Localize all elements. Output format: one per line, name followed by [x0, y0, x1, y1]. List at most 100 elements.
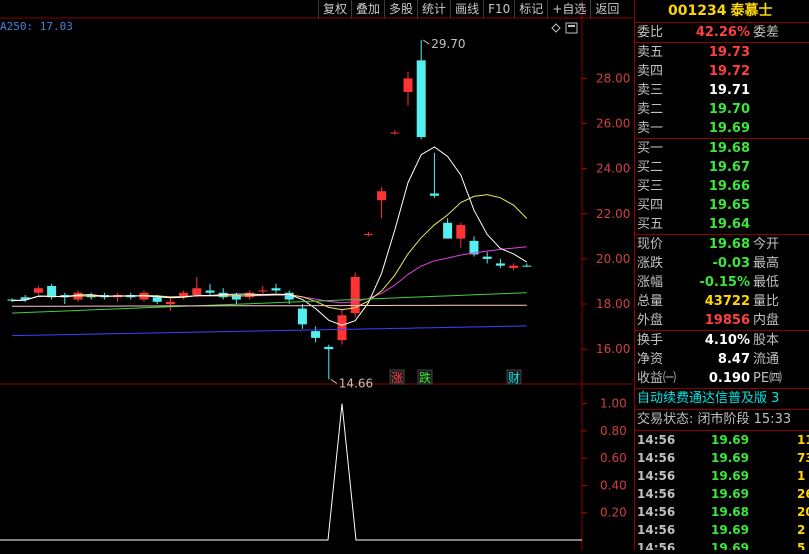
quote-row-label: 涨跌 — [637, 256, 664, 271]
quote-row-value: 19.70 — [708, 102, 750, 117]
toolbar-button[interactable]: 画线 — [450, 0, 483, 18]
kline-chart-frame[interactable]: 28.00 26.00 24.00 22.00 20.00 18.00 16.00 29.70… — [0, 0, 633, 550]
price-axis-label: 18.00 — [596, 297, 630, 311]
quote-row: 买二 19.67 — [635, 158, 809, 177]
candle-body-up — [165, 301, 175, 305]
quote-row-label: 总量 — [637, 294, 664, 309]
quote-row-value: 19.69 — [708, 121, 750, 136]
tick-time: 14:56 — [637, 433, 676, 447]
quote-row-label2: 今开 — [753, 237, 780, 252]
quote-row: 买三 19.66 — [635, 177, 809, 196]
quote-row-value: -0.03 — [712, 256, 750, 271]
toolbar-button[interactable]: 复权 — [318, 0, 351, 18]
stock-name: 泰慕士 — [730, 3, 773, 19]
quote-row: 总量 43722 量比 — [635, 292, 809, 311]
event-marker-label: 跌 — [419, 370, 431, 385]
high-annotation: 29.70 — [431, 37, 465, 51]
tick-list[interactable]: 14:5619.691114:5619.697314:5619.69114:56… — [635, 430, 809, 550]
quote-row-label: 涨幅 — [637, 275, 664, 290]
tick-time: 14:56 — [637, 541, 676, 550]
quote-row-label: 卖五 — [637, 45, 664, 60]
quote-row-value: 19.68 — [708, 141, 750, 156]
candle-body-up — [377, 191, 387, 201]
quote-row: 收益㈠ 0.190 PE㈣ — [635, 369, 809, 388]
quote-row-value: 4.10% — [704, 333, 750, 348]
quote-row-label: 收益㈠ — [637, 371, 677, 386]
indicator-axis-label: 0.80 — [600, 424, 627, 438]
quote-row-label2: 最高 — [753, 256, 780, 271]
quote-row: 卖二 19.70 — [635, 100, 809, 119]
quote-row: 换手 4.10% 股本 — [635, 331, 809, 350]
toolbar-button[interactable]: 标记 — [514, 0, 547, 18]
quote-row-label: 卖四 — [637, 64, 664, 79]
quote-row-label: 卖三 — [637, 83, 664, 98]
candle-body-up — [509, 265, 519, 268]
ma250-line — [11, 325, 527, 337]
low-annotation: 14.66 — [339, 376, 373, 390]
candle-body-up — [390, 132, 400, 134]
candle-body-up — [192, 288, 202, 296]
candle-body-up — [456, 225, 466, 239]
quote-row-value: 19.65 — [708, 198, 750, 213]
tick-time: 14:56 — [637, 469, 676, 483]
quote-row-label: 买五 — [637, 217, 664, 232]
quote-row-label2: PE㈣ — [753, 371, 783, 386]
stock-header[interactable]: 001234 泰慕士 — [635, 0, 809, 22]
quote-row-value: 43722 — [704, 294, 750, 309]
quote-row-value: 19.72 — [708, 64, 750, 79]
candle-body-down — [482, 256, 492, 259]
quote-row-value: 0.190 — [708, 371, 750, 386]
tick-volume: 73 — [797, 451, 809, 465]
quote-row: 外盘 19856 内盘 — [635, 311, 809, 330]
price-axis-label: 16.00 — [596, 342, 630, 356]
quote-row-value: 19.67 — [708, 160, 750, 175]
candle-body-up — [258, 290, 268, 292]
tick-price: 19.69 — [711, 451, 749, 465]
quote-row-label2: 量比 — [753, 294, 780, 309]
toolbar-button[interactable]: 统计 — [417, 0, 450, 18]
indicator-axis-label: 0.60 — [600, 451, 627, 465]
candle-body-down — [416, 60, 426, 138]
weibi-label: 委比 — [637, 25, 664, 40]
candle-body-up — [403, 78, 413, 92]
tick-row: 14:56 19.69 26 — [635, 485, 809, 503]
candle-body-down — [324, 346, 334, 350]
toolbar-button[interactable]: 叠加 — [351, 0, 384, 18]
high-pointer — [422, 39, 430, 45]
quote-row-label2: 流通 — [753, 352, 780, 367]
quote-row-value: 19.64 — [708, 217, 750, 232]
toolbar-button[interactable]: +自选 — [547, 0, 590, 18]
tick-volume: 20 — [797, 505, 809, 519]
promo-banner[interactable]: 自动续费通达信普及版 3 — [635, 388, 809, 409]
tick-price: 19.69 — [711, 523, 749, 537]
quote-row: 卖三 19.71 — [635, 81, 809, 100]
quote-row-label2: 股本 — [753, 333, 780, 348]
quote-row-value: -0.15% — [699, 275, 751, 290]
kline-chart[interactable]: 28.00 26.00 24.00 22.00 20.00 18.00 16.00 29.70… — [0, 0, 633, 550]
indicator-signal-line — [0, 403, 582, 541]
tick-time: 14:56 — [637, 505, 676, 519]
quote-row-value: 19.66 — [708, 179, 750, 194]
tick-price: 19.69 — [711, 469, 749, 483]
window-toggle-icon — [565, 22, 578, 34]
candle-body-up — [33, 288, 43, 293]
candle-body-down — [47, 285, 57, 298]
price-axis-label: 20.00 — [596, 252, 630, 266]
quote-row-label: 换手 — [637, 333, 664, 348]
indicator-axis-label: 1.00 — [600, 397, 627, 411]
quote-row: 净资 8.47 流通 — [635, 350, 809, 369]
price-axis-label: 26.00 — [596, 117, 630, 131]
tick-row: 14:56 19.69 2 — [635, 521, 809, 539]
toolbar-button[interactable]: F10 — [483, 0, 514, 18]
tick-volume: 26 — [797, 487, 809, 501]
tick-row: 14:56 19.68 20 — [635, 503, 809, 521]
diamond-icon — [551, 23, 561, 33]
tick-row: 14:56 19.69 1 — [635, 467, 809, 485]
toolbar-button[interactable]: 多股 — [384, 0, 417, 18]
indicator-axis-label: 0.20 — [600, 506, 627, 520]
price-stats: 现价 19.68 今开 涨跌 -0.03 最高 涨幅 -0.15% 最低 总量 43722 量比 外盘 1… — [635, 234, 809, 330]
tick-price: 19.68 — [711, 505, 749, 519]
quote-row: 买五 19.64 — [635, 215, 809, 234]
quote-row-label: 卖一 — [637, 121, 664, 136]
toolbar-button[interactable]: 返回 — [590, 0, 623, 18]
